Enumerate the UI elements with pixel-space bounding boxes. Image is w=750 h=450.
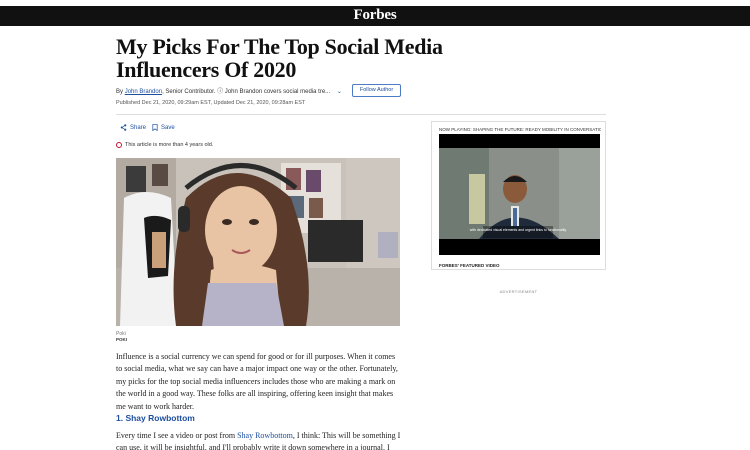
byline: By John Brandon, Senior Contributor. ⓘ J… bbox=[116, 86, 342, 95]
save-button[interactable]: Save bbox=[152, 124, 175, 131]
chevron-down-icon[interactable]: ⌄ bbox=[337, 89, 342, 95]
author-link[interactable]: John Brandon bbox=[125, 89, 162, 95]
published-date: Published Dec 21, 2020, 09:29am EST, Upd… bbox=[116, 100, 306, 106]
article-paragraph: Influence is a social currency we can sp… bbox=[116, 352, 398, 411]
video-subtitle: with dedicated visual elements and urgen… bbox=[470, 228, 567, 232]
shay-rowbottom-link[interactable]: Shay Rowbottom bbox=[237, 431, 293, 440]
byline-by: By bbox=[116, 89, 124, 95]
paragraph-text: Every time I see a video or post from bbox=[116, 431, 238, 440]
forbes-logo[interactable]: Forbes bbox=[0, 7, 750, 24]
article-photo-illustration bbox=[116, 158, 400, 326]
article-title: My Picks For The Top Social Media Influe… bbox=[116, 34, 443, 82]
section-heading: 1. Shay Rowbottom bbox=[116, 413, 195, 423]
advertisement-label: ADVERTISEMENT bbox=[499, 289, 538, 294]
now-playing-title: NOW PLAYING: SHAPING THE FUTURE: READY M… bbox=[439, 127, 601, 132]
author-bio: John Brandon covers social media tre... bbox=[224, 89, 331, 95]
follow-author-button[interactable]: Follow Author bbox=[352, 84, 401, 97]
save-label: Save bbox=[161, 124, 175, 131]
share-icon bbox=[120, 124, 127, 131]
article-photo bbox=[116, 158, 400, 326]
info-icon: ⓘ bbox=[217, 89, 224, 95]
divider bbox=[116, 114, 606, 115]
featured-video-card: NOW PLAYING: SHAPING THE FUTURE: READY M… bbox=[431, 121, 606, 270]
clock-icon bbox=[116, 142, 122, 148]
author-role: , Senior Contributor. bbox=[162, 89, 216, 95]
bookmark-icon bbox=[152, 124, 158, 131]
article-paragraph-2: Every time I see a video or post from Sh… bbox=[116, 430, 406, 450]
video-thumbnail: with dedicated visual elements and urgen… bbox=[439, 134, 600, 255]
old-notice-text: This article is more than 4 years old. bbox=[125, 142, 214, 148]
top-bar: Forbes bbox=[0, 6, 750, 26]
old-article-notice: This article is more than 4 years old. bbox=[116, 142, 213, 148]
featured-video-label: FORBES' FEATURED VIDEO bbox=[439, 263, 500, 268]
video-player[interactable]: with dedicated visual elements and urgen… bbox=[439, 134, 600, 255]
share-button[interactable]: Share bbox=[120, 124, 146, 131]
share-label: Share bbox=[130, 124, 147, 131]
photo-credit: POKI bbox=[116, 337, 128, 342]
